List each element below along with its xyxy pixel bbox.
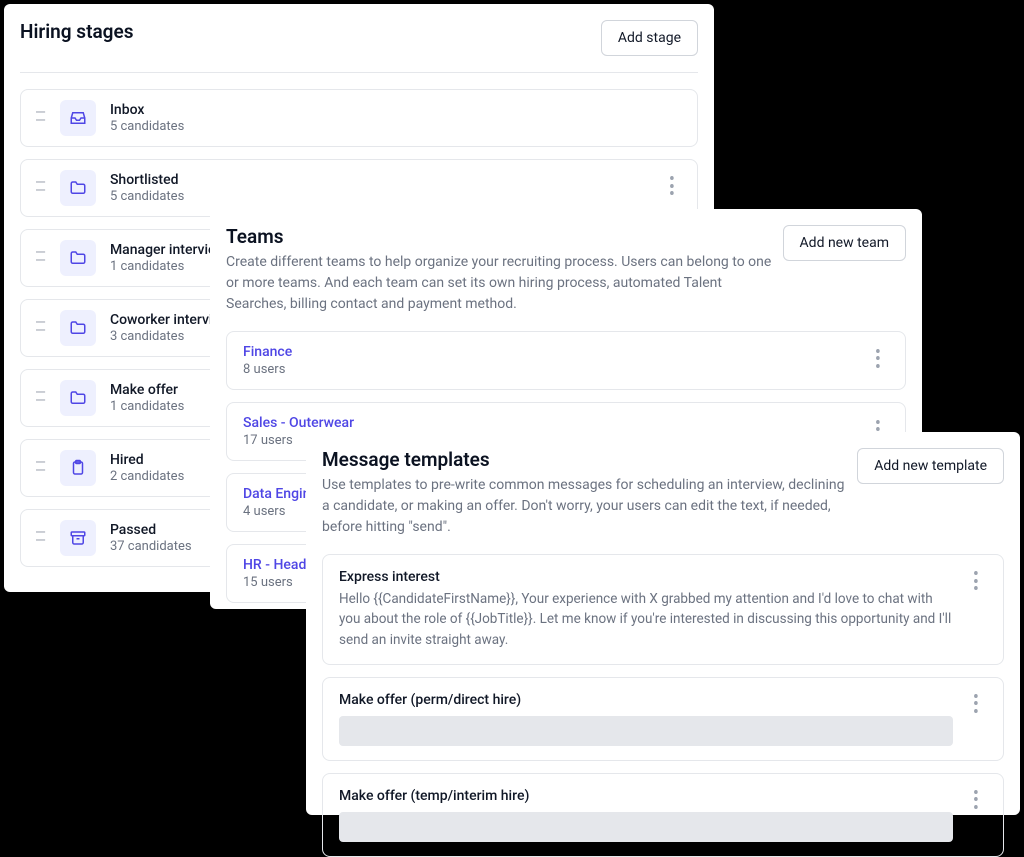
inbox-icon (60, 100, 96, 136)
hiring-title: Hiring stages (20, 20, 133, 43)
folder-icon (60, 380, 96, 416)
folder-icon (60, 170, 96, 206)
template-row[interactable]: Make offer (perm/direct hire) ••• (322, 677, 1004, 761)
drag-handle-icon[interactable]: —— (35, 181, 46, 194)
drag-handle-icon[interactable]: —— (35, 461, 46, 474)
kebab-menu-icon[interactable]: ••• (867, 347, 889, 375)
team-name: Sales - Outerwear (243, 415, 354, 431)
clipboard-icon (60, 450, 96, 486)
stage-name: Inbox (110, 102, 683, 118)
template-body: Hello {{CandidateFirstName}}, Your exper… (339, 589, 953, 650)
template-row[interactable]: Make offer (temp/interim hire) ••• (322, 773, 1004, 857)
team-users: 8 users (243, 362, 292, 377)
hiring-header: Hiring stages Add stage (20, 20, 698, 56)
teams-title: Teams (226, 225, 783, 248)
folder-icon (60, 240, 96, 276)
template-name: Make offer (perm/direct hire) (339, 692, 953, 708)
drag-handle-icon[interactable]: —— (35, 251, 46, 264)
templates-panel: Message templates Use templates to pre-w… (306, 432, 1020, 815)
stage-count: 5 candidates (110, 119, 683, 134)
template-name: Make offer (temp/interim hire) (339, 788, 953, 804)
divider (20, 72, 698, 73)
stage-text: Shortlisted 5 candidates (110, 172, 647, 204)
kebab-menu-icon[interactable]: ••• (965, 569, 987, 597)
folder-icon (60, 310, 96, 346)
team-row[interactable]: Finance 8 users ••• (226, 331, 906, 390)
kebab-menu-icon[interactable]: ••• (661, 174, 683, 202)
templates-header: Message templates Use templates to pre-w… (322, 448, 1004, 538)
add-template-button[interactable]: Add new template (857, 448, 1004, 484)
stage-count: 5 candidates (110, 189, 647, 204)
drag-handle-icon[interactable]: —— (35, 321, 46, 334)
add-team-button[interactable]: Add new team (783, 225, 906, 261)
kebab-menu-icon[interactable]: ••• (965, 692, 987, 720)
archive-icon (60, 520, 96, 556)
stage-text: Inbox 5 candidates (110, 102, 683, 134)
drag-handle-icon[interactable]: —— (35, 391, 46, 404)
templates-description: Use templates to pre-write common messag… (322, 475, 852, 538)
template-body-placeholder (339, 812, 953, 842)
templates-title: Message templates (322, 448, 852, 471)
drag-handle-icon[interactable]: —— (35, 111, 46, 124)
add-stage-button[interactable]: Add stage (601, 20, 698, 56)
template-name: Express interest (339, 569, 953, 585)
team-name: Finance (243, 344, 292, 360)
template-row[interactable]: Express interest Hello {{CandidateFirstN… (322, 554, 1004, 665)
teams-header: Teams Create different teams to help org… (226, 225, 906, 315)
stage-row[interactable]: —— Inbox 5 candidates (20, 89, 698, 147)
stage-name: Shortlisted (110, 172, 647, 188)
drag-handle-icon[interactable]: —— (35, 531, 46, 544)
template-body-placeholder (339, 716, 953, 746)
teams-description: Create different teams to help organize … (226, 252, 783, 315)
kebab-menu-icon[interactable]: ••• (965, 788, 987, 816)
